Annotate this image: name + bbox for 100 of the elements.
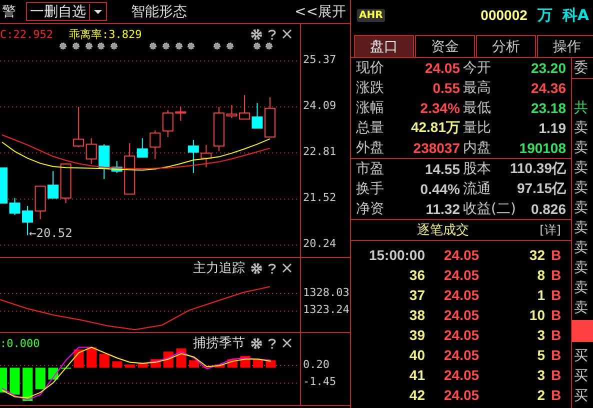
trade-volume: 2 bbox=[536, 387, 545, 403]
ask-label: 卖 bbox=[573, 279, 589, 298]
indicator-readout: :0.000 bbox=[0, 336, 40, 350]
close-icon[interactable] bbox=[282, 338, 292, 348]
candlestick bbox=[175, 106, 186, 122]
help-icon[interactable] bbox=[268, 262, 276, 274]
field-value: 24.36 bbox=[530, 80, 566, 96]
field-label: 内盘 bbox=[462, 139, 491, 157]
trade-time: 39 bbox=[408, 327, 425, 343]
ask-label: 卖 bbox=[573, 159, 589, 178]
settings-icon[interactable] bbox=[251, 28, 262, 40]
close-icon[interactable] bbox=[282, 263, 292, 273]
field-value: 14.55 bbox=[424, 161, 460, 177]
trade-side: B bbox=[550, 267, 562, 283]
settings-icon[interactable] bbox=[251, 338, 262, 348]
candlestick bbox=[34, 186, 46, 220]
field-value: 23.18 bbox=[530, 100, 566, 116]
trade-time: 42 bbox=[408, 387, 425, 403]
trade-price: 24.05 bbox=[443, 327, 480, 343]
trade-side: B bbox=[550, 387, 562, 403]
bid-label: 买 bbox=[573, 387, 589, 406]
trade-price: 24.05 bbox=[443, 307, 480, 323]
stock-name: 万 bbox=[537, 6, 552, 24]
watchlist-dropdown[interactable]: 一删自选 bbox=[26, 2, 107, 21]
trade-price: 24.05 bbox=[443, 287, 480, 303]
field-label: 现价 bbox=[356, 59, 385, 77]
settings-icon[interactable] bbox=[251, 262, 262, 274]
trade-time: 37 bbox=[408, 287, 425, 303]
low-price-marker: ←20.52 bbox=[29, 226, 72, 240]
field-value: 24.05 bbox=[424, 60, 460, 76]
panel-title: 主力追踪 bbox=[193, 260, 245, 277]
toolbar-label: 警 bbox=[2, 2, 16, 20]
field-value: 2.34% bbox=[419, 100, 460, 116]
trade-price: 24.05 bbox=[443, 267, 480, 283]
trade-volume: 3 bbox=[536, 367, 545, 383]
panel-tab[interactable]: 盘口 bbox=[354, 35, 414, 57]
trade-volume: 8 bbox=[536, 267, 545, 283]
candlestick bbox=[0, 167, 8, 204]
trade-price: 24.05 bbox=[443, 247, 480, 263]
field-value: 42.81万 bbox=[410, 119, 460, 137]
highlight-bar bbox=[572, 320, 593, 342]
field-value: 97.15亿 bbox=[516, 180, 566, 198]
field-value: 110.39亿 bbox=[508, 160, 566, 178]
ma-readout: C:22.952 bbox=[0, 28, 53, 40]
field-label: 最高 bbox=[462, 79, 491, 97]
ask-label: 卖 bbox=[573, 119, 589, 138]
detail-link[interactable]: [详] bbox=[540, 222, 561, 238]
panel-tab[interactable]: 分析 bbox=[476, 35, 536, 57]
trade-volume: 1 bbox=[536, 287, 545, 303]
field-label: 涨跌 bbox=[356, 79, 385, 97]
bid-label: 买 bbox=[573, 347, 589, 366]
field-label: 量比 bbox=[462, 119, 491, 137]
ask-label: 卖 bbox=[573, 259, 589, 278]
trade-side: B bbox=[550, 307, 562, 323]
candlestick bbox=[188, 139, 199, 174]
trade-time: 36 bbox=[408, 267, 425, 283]
trade-time: 41 bbox=[408, 367, 425, 383]
ask-label: 卖 bbox=[573, 179, 589, 198]
trade-price: 24.05 bbox=[443, 347, 480, 363]
trade-side: B bbox=[550, 327, 562, 343]
field-label: 换手 bbox=[356, 180, 385, 198]
field-label: 股本 bbox=[462, 160, 491, 178]
ask-label: 卖 bbox=[573, 239, 589, 258]
field-value: 0.44% bbox=[419, 181, 460, 197]
ask-label: 卖 bbox=[573, 299, 589, 318]
candlestick bbox=[150, 130, 161, 160]
candlestick bbox=[9, 198, 20, 216]
expand-button[interactable]: <<展开 bbox=[294, 2, 346, 20]
help-icon[interactable] bbox=[268, 338, 276, 348]
field-value: 190108 bbox=[518, 140, 566, 156]
trade-volume: 3 bbox=[536, 327, 545, 343]
market-badge: AHR bbox=[357, 8, 385, 22]
pattern-button[interactable]: 智能形态 bbox=[131, 2, 187, 20]
candlestick bbox=[264, 96, 276, 138]
help-icon[interactable] bbox=[268, 28, 276, 40]
field-label: 最低 bbox=[462, 99, 491, 117]
stock-name: 科A bbox=[562, 6, 589, 24]
trade-time: 40 bbox=[408, 347, 425, 363]
order-book-label: 共 bbox=[573, 99, 589, 118]
field-label: 市盈 bbox=[356, 160, 385, 178]
field-label: 收益(二) bbox=[462, 200, 516, 218]
trade-side: B bbox=[550, 247, 562, 263]
section-title: 逐笔成交 bbox=[417, 222, 469, 239]
trade-time: 38 bbox=[408, 307, 425, 323]
axis-label: 24.09 bbox=[303, 98, 336, 112]
panel-title: 捕捞季节 bbox=[193, 335, 245, 352]
field-value: 0.826 bbox=[530, 201, 566, 217]
trade-time: 15:00:00 bbox=[368, 247, 425, 263]
panel-tab[interactable]: 操作 bbox=[537, 35, 593, 57]
axis-label: -1.45 bbox=[303, 375, 336, 388]
trade-price: 24.05 bbox=[443, 367, 480, 383]
close-icon[interactable] bbox=[282, 29, 292, 39]
ask-label: 卖 bbox=[573, 139, 589, 158]
field-label: 涨幅 bbox=[356, 99, 385, 117]
axis-label: 20.24 bbox=[303, 237, 336, 250]
axis-label: 1328.03 bbox=[303, 286, 350, 299]
panel-tab[interactable]: 资金 bbox=[415, 35, 475, 57]
axis-label: 25.37 bbox=[303, 52, 336, 66]
axis-label: 21.52 bbox=[303, 191, 336, 204]
field-value: 0.55 bbox=[432, 80, 460, 96]
